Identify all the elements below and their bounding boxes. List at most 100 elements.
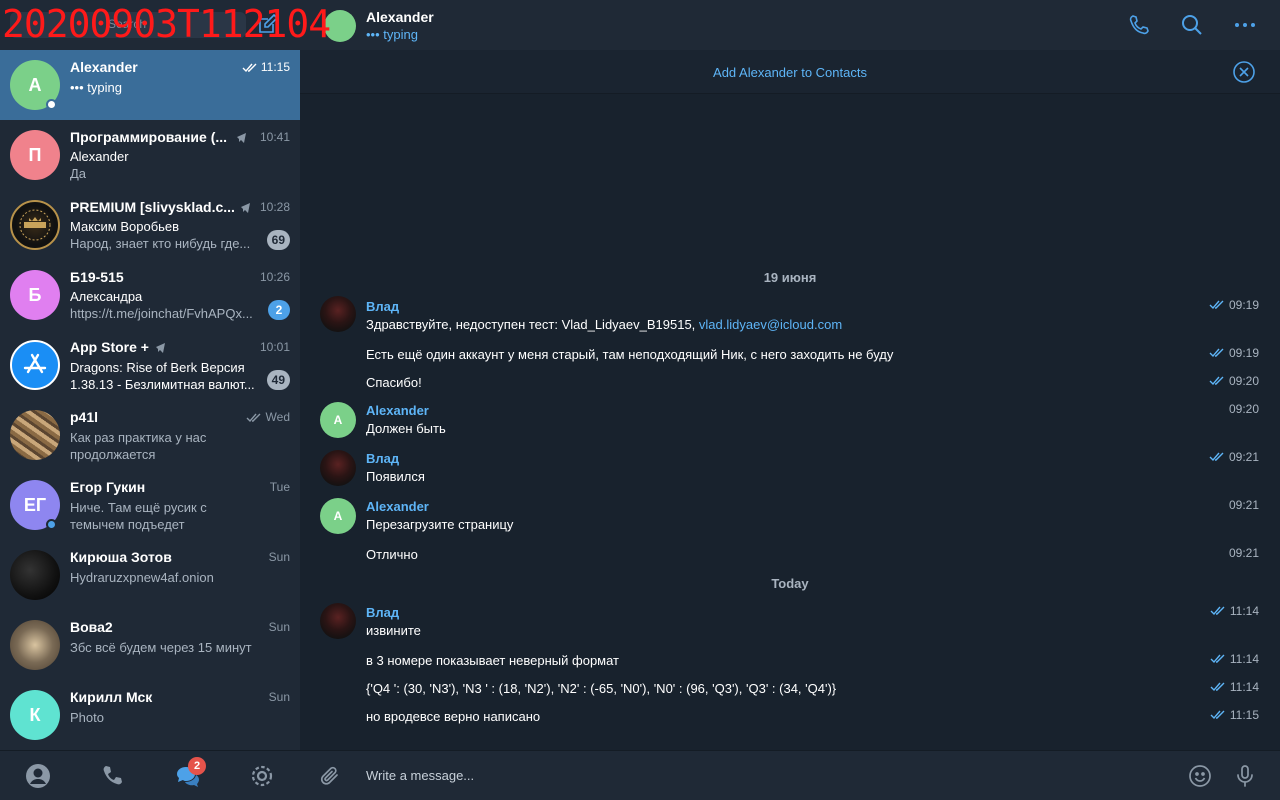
- double-check-icon: [1209, 300, 1224, 310]
- double-check-icon: [1210, 654, 1225, 664]
- chat-preview: Dragons: Rise of Berk Версия 1.38.13 - Б…: [70, 360, 255, 392]
- chat-name: Егор Гукин: [70, 479, 146, 495]
- chat-time: Tue: [269, 480, 290, 494]
- chat-name: Alexander: [70, 59, 138, 75]
- message-time: 09:20: [1209, 374, 1259, 388]
- message-text: Должен быть: [366, 421, 446, 436]
- message-input[interactable]: Write a message...: [366, 768, 474, 783]
- sender-avatar[interactable]: A: [320, 402, 356, 438]
- settings-gear-icon[interactable]: [249, 763, 275, 789]
- message-text: но вродевсе верно написано: [366, 709, 541, 724]
- chat-preview: https://t.me/joinchat/FvhAPQx...: [70, 306, 253, 321]
- close-icon[interactable]: [1233, 61, 1255, 83]
- add-to-contacts-link[interactable]: Add Alexander to Contacts: [300, 65, 1280, 80]
- message-sender[interactable]: Влад: [366, 605, 399, 620]
- message-time: 11:14: [1210, 680, 1259, 694]
- message-text: Здравствуйте, недоступен тест: Vlad_Lidy…: [366, 317, 843, 332]
- chat-preview: Photo: [70, 710, 104, 725]
- message-text: Появился: [366, 469, 425, 484]
- chat-time: 10:41: [259, 130, 290, 144]
- double-check-icon: [1209, 376, 1224, 386]
- chat-header: Alexander ••• typing: [300, 0, 1280, 50]
- double-check-icon: [1210, 710, 1225, 720]
- unread-badge: 49: [266, 370, 290, 390]
- chat-time: Wed: [246, 410, 290, 424]
- avatar: [10, 340, 60, 390]
- chat-item-vova2[interactable]: Вова2 Sun Збс всё будем через 15 минут: [0, 610, 300, 680]
- sender-avatar[interactable]: [320, 296, 356, 332]
- chat-time: 10:28: [259, 200, 290, 214]
- message-text: извините: [366, 623, 421, 638]
- chat-item-app-store[interactable]: App Store + 10:01 Dragons: Rise of Berk …: [0, 330, 300, 400]
- message-time: 09:21: [1228, 546, 1259, 560]
- premium-logo-icon: [19, 209, 51, 241]
- message-sender[interactable]: Влад: [366, 451, 399, 466]
- unread-badge: 69: [266, 230, 290, 250]
- message-composer: Write a message...: [300, 750, 1280, 800]
- chat-item-premium[interactable]: PREMIUM [slivysklad.c... 10:28 Максим Во…: [0, 190, 300, 260]
- sender-avatar[interactable]: A: [320, 498, 356, 534]
- more-options-icon[interactable]: [1233, 13, 1257, 37]
- calls-icon[interactable]: [100, 763, 126, 789]
- chat-name: Программирование (...: [70, 129, 228, 145]
- avatar: К: [10, 690, 60, 740]
- header-status: ••• typing: [366, 27, 418, 42]
- double-check-icon: [1210, 682, 1225, 692]
- add-contact-bar: Add Alexander to Contacts: [300, 50, 1280, 94]
- search-icon[interactable]: [1180, 13, 1204, 37]
- chat-item-programming[interactable]: П Программирование (... 10:41 Alexander …: [0, 120, 300, 190]
- chat-preview: Ниче. Там ещё русик с темычем подъедет: [70, 500, 207, 532]
- chat-time: Sun: [268, 690, 290, 704]
- chat-preview: ••• typing: [70, 80, 122, 95]
- sidebar-tab-bar: 2: [0, 750, 300, 800]
- avatar: [10, 620, 60, 670]
- sender-avatar[interactable]: [320, 603, 356, 639]
- emoji-icon[interactable]: [1188, 764, 1212, 788]
- message-text: Спасибо!: [366, 375, 422, 390]
- message-sender[interactable]: Alexander: [366, 499, 429, 514]
- double-check-icon: [1209, 348, 1224, 358]
- message-sender[interactable]: Alexander: [366, 403, 429, 418]
- chat-name: Вова2: [70, 619, 113, 635]
- message-time: 09:20: [1228, 402, 1259, 416]
- call-icon[interactable]: [1127, 13, 1151, 37]
- sidebar-top-bar: Search 20200903T112104: [0, 0, 331, 50]
- header-name[interactable]: Alexander: [366, 9, 434, 25]
- chat-item-p41l[interactable]: p41l Wed Как раз практика у нас продолжа…: [0, 400, 300, 470]
- message-text: {'Q4 ': (30, 'N3'), 'N3 ' : (18, 'N2'), …: [366, 681, 837, 696]
- chat-time: 10:01: [259, 340, 290, 354]
- chat-preview: Народ, знает кто нибудь где...: [70, 236, 251, 251]
- online-indicator: [46, 519, 57, 530]
- email-link[interactable]: vlad.lidyaev@icloud.com: [699, 317, 842, 332]
- chat-time: 10:26: [259, 270, 290, 284]
- muted-channel-icon: [237, 133, 246, 143]
- double-check-icon: [242, 63, 257, 72]
- avatar: [10, 410, 60, 460]
- contacts-icon[interactable]: [25, 763, 51, 789]
- message-time: 11:15: [1210, 708, 1259, 722]
- chat-time: 11:15: [242, 60, 290, 74]
- message-time: 09:21: [1209, 450, 1259, 464]
- chat-item-alexander[interactable]: A Alexander 11:15 ••• typing: [0, 50, 300, 120]
- message-sender[interactable]: Влад: [366, 299, 399, 314]
- microphone-icon[interactable]: [1233, 764, 1257, 788]
- chat-item-kirill-msk[interactable]: К Кирилл Мск Sun Photo: [0, 680, 300, 750]
- message-time: 09:19: [1209, 346, 1259, 360]
- double-check-icon: [1210, 606, 1225, 616]
- avatar: [10, 550, 60, 600]
- double-check-icon: [246, 413, 261, 422]
- chat-time: Sun: [268, 620, 290, 634]
- chat-item-egor-gukin[interactable]: ЕГ Егор Гукин Tue Ниче. Там ещё русик с …: [0, 470, 300, 540]
- message-text: Перезагрузите страницу: [366, 517, 514, 532]
- timestamp-watermark: 20200903T112104: [2, 2, 331, 46]
- message-time: 09:19: [1209, 298, 1259, 312]
- chat-sender: Максим Воробьев: [70, 219, 180, 234]
- chat-sender: Alexander: [70, 149, 129, 164]
- chat-item-kiryusha-zotov[interactable]: Кирюша Зотов Sun Hydraruzxpnew4af.onion: [0, 540, 300, 610]
- chat-sender: Александра: [70, 289, 143, 304]
- online-indicator: [46, 99, 57, 110]
- chat-item-b19-515[interactable]: Б Б19-515 10:26 Александра https://t.me/…: [0, 260, 300, 330]
- channel-icon: [156, 343, 165, 353]
- attach-paperclip-icon[interactable]: [318, 764, 342, 788]
- sender-avatar[interactable]: [320, 450, 356, 486]
